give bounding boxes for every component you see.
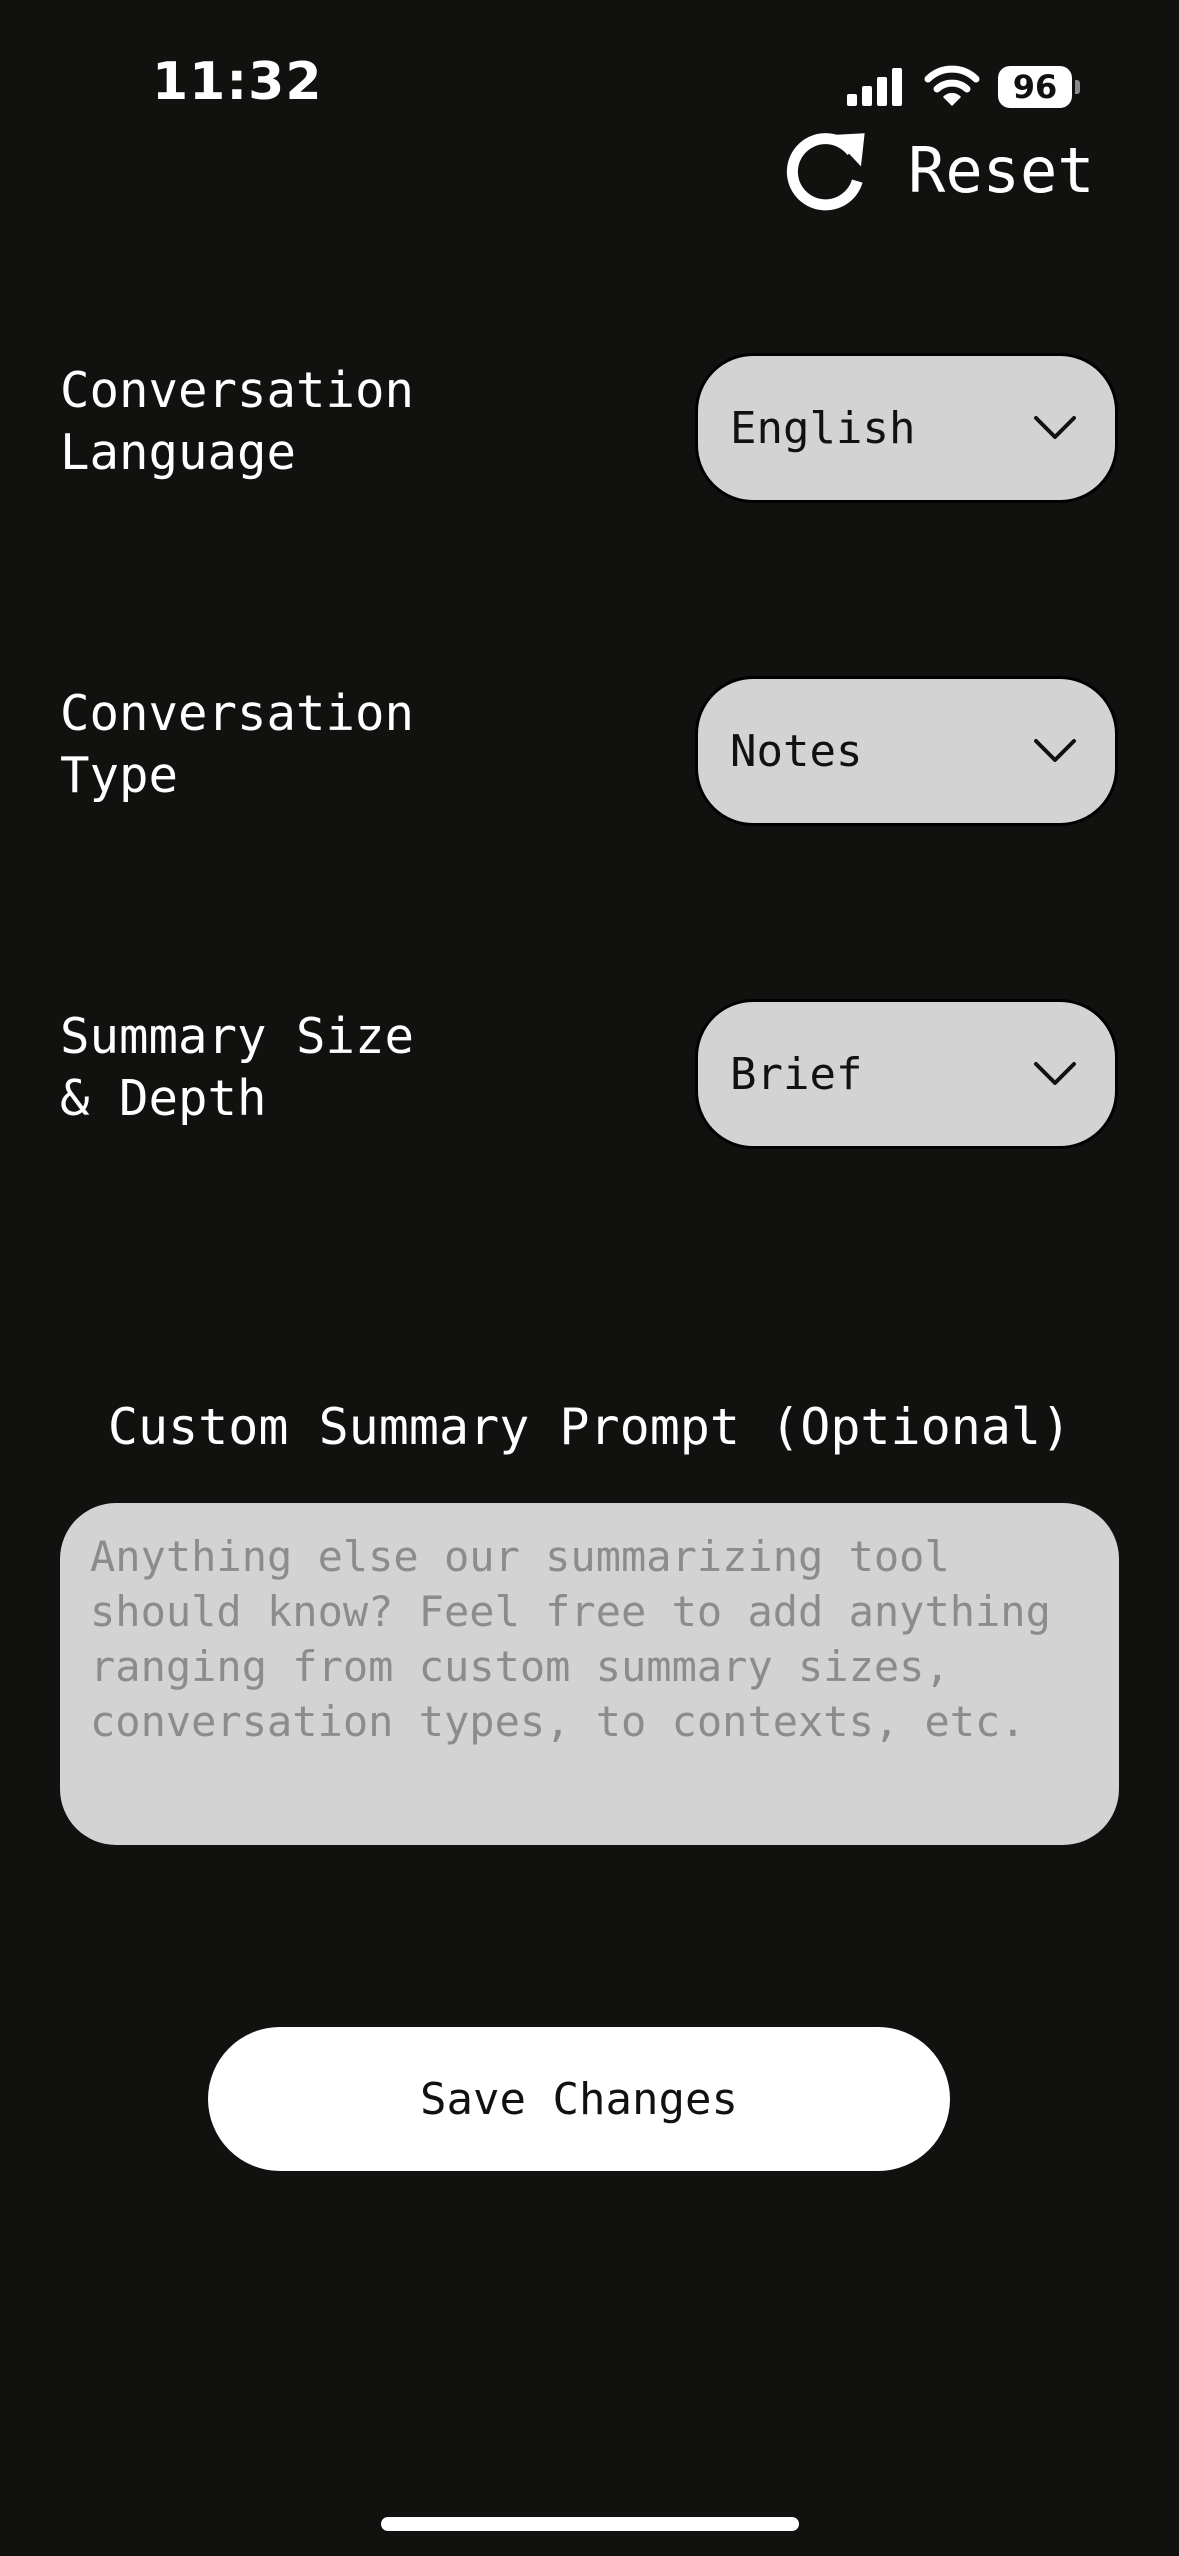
custom-prompt-title: Custom Summary Prompt (Optional) (107, 1398, 1072, 1456)
chevron-down-icon (1034, 416, 1076, 439)
reset-button[interactable]: Reset (780, 120, 1095, 220)
conversation-language-label: Conversation Language (60, 362, 415, 481)
save-changes-button[interactable]: Save Changes (208, 2027, 950, 2171)
chevron-down-icon (1034, 1062, 1076, 1085)
conversation-type-select[interactable]: Notes (695, 676, 1118, 826)
home-indicator[interactable] (381, 2517, 799, 2531)
conversation-type-label: Conversation Type (60, 685, 415, 804)
conversation-language-value: English (730, 402, 916, 454)
wifi-icon (924, 65, 980, 106)
battery-level: 96 (998, 66, 1072, 108)
status-bar: 11:32 96 (0, 0, 1179, 120)
battery-tip (1075, 80, 1080, 94)
cellular-signal-icon (847, 68, 902, 106)
battery-indicator: 96 (998, 66, 1080, 108)
refresh-icon (786, 133, 865, 211)
summary-size-value: Brief (730, 1048, 863, 1100)
summary-size-label: Summary Size & Depth (60, 1008, 415, 1127)
chevron-down-icon (1034, 739, 1076, 762)
status-time: 11:32 (152, 52, 323, 112)
conversation-type-value: Notes (730, 725, 863, 777)
conversation-language-select[interactable]: English (695, 353, 1118, 503)
summary-size-select[interactable]: Brief (695, 999, 1118, 1149)
reset-label: Reset (908, 133, 1095, 207)
custom-prompt-container (60, 1503, 1119, 1845)
custom-prompt-input[interactable] (90, 1529, 1089, 1819)
